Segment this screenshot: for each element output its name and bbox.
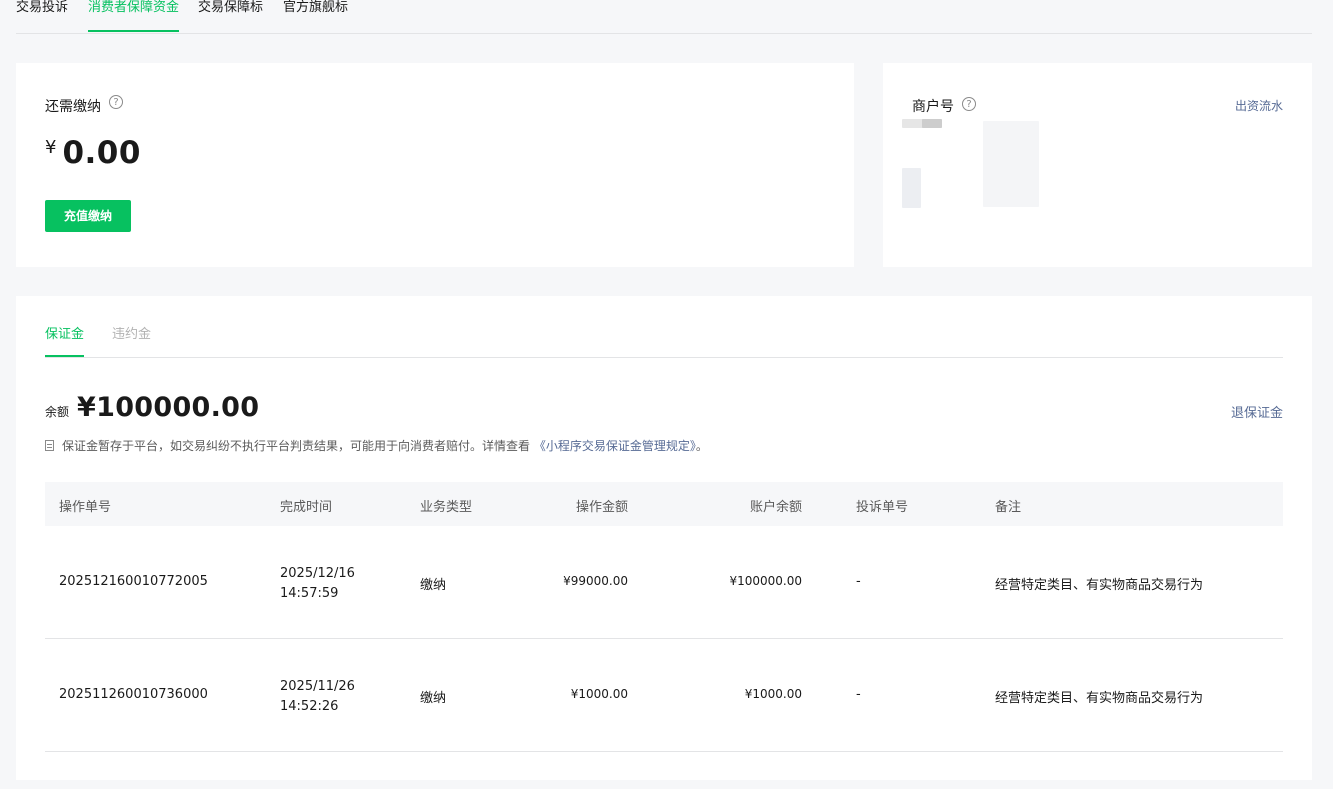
redacted-merchant-logo xyxy=(902,168,921,208)
due-summary-card: 还需缴纳 ? ¥0.00 充值缴纳 xyxy=(16,63,854,267)
operation-amount: ¥1000.00 xyxy=(570,687,628,701)
operation-amount: ¥99000.00 xyxy=(563,574,628,588)
business-type: 缴纳 xyxy=(420,578,447,593)
currency-symbol: ¥ xyxy=(45,137,57,158)
fund-flow-link[interactable]: 出资流水 xyxy=(1235,97,1283,114)
complaint-id: - xyxy=(856,687,861,702)
column-remark: 备注 xyxy=(995,500,1022,515)
refund-deposit-link[interactable]: 退保证金 xyxy=(1231,402,1283,421)
tab-consumer-protection-fund[interactable]: 消费者保障资金 xyxy=(88,0,180,32)
document-icon xyxy=(45,440,54,451)
table-row: 202512160010772005 2025/12/16 14:57:59 缴… xyxy=(45,526,1283,639)
merchant-card: 商户号 ? 出资流水 xyxy=(883,63,1312,267)
column-completed-time: 完成时间 xyxy=(280,500,333,515)
column-business-type: 业务类型 xyxy=(420,500,473,515)
top-tab-bar: 交易投诉 消费者保障资金 交易保障标 官方旗舰标 xyxy=(16,0,1312,34)
redacted-merchant-info xyxy=(983,121,1039,207)
note-text: 保证金暂存于平台，如交易纠纷不执行平台判责结果，可能用于向消费者赔付。详情查看 xyxy=(62,439,531,453)
due-amount: ¥0.00 xyxy=(45,135,141,171)
table-row: 202511260010736000 2025/11/26 14:52:26 缴… xyxy=(45,639,1283,752)
completed-time: 2025/11/26 14:52:26 xyxy=(280,679,355,714)
tab-penalty-fee[interactable]: 违约金 xyxy=(112,326,151,356)
deposit-sub-tabs: 保证金 违约金 xyxy=(45,326,1283,358)
balance-display: 余额 ¥100000.00 xyxy=(45,392,259,423)
remark: 经营特定类目、有实物商品交易行为 xyxy=(995,691,1204,706)
business-type: 缴纳 xyxy=(420,691,447,706)
table-header: 操作单号 完成时间 业务类型 操作金额 账户余额 投诉单号 备注 xyxy=(45,482,1283,526)
tab-security-deposit[interactable]: 保证金 xyxy=(45,326,85,357)
deposit-note: 保证金暂存于平台，如交易纠纷不执行平台判责结果，可能用于向消费者赔付。详情查看 … xyxy=(45,437,708,454)
balance-value: ¥100000.00 xyxy=(77,392,260,423)
column-operation-id: 操作单号 xyxy=(59,500,112,515)
redacted-merchant-id xyxy=(922,119,942,128)
balance-label: 余额 xyxy=(45,405,70,419)
due-amount-value: 0.00 xyxy=(62,135,141,171)
completed-time: 2025/12/16 14:57:59 xyxy=(280,566,355,601)
deposit-rules-link[interactable]: 《小程序交易保证金管理规定》 xyxy=(534,439,696,453)
column-account-balance: 账户余额 xyxy=(749,500,802,515)
help-icon[interactable]: ? xyxy=(109,95,123,109)
operation-id: 202512160010772005 xyxy=(59,574,208,589)
recharge-pay-button[interactable]: 充值缴纳 xyxy=(45,200,131,232)
help-icon[interactable]: ? xyxy=(962,97,976,111)
account-balance: ¥100000.00 xyxy=(729,574,802,588)
complaint-id: - xyxy=(856,574,861,589)
deposit-records-table: 操作单号 完成时间 业务类型 操作金额 账户余额 投诉单号 备注 2025121… xyxy=(45,482,1283,752)
tab-transaction-guarantee-mark[interactable]: 交易保障标 xyxy=(198,0,263,32)
remark: 经营特定类目、有实物商品交易行为 xyxy=(995,578,1204,593)
merchant-id-label: 商户号 xyxy=(912,99,954,115)
account-balance: ¥1000.00 xyxy=(744,687,802,701)
due-label: 还需缴纳 xyxy=(45,99,101,115)
column-operation-amount: 操作金额 xyxy=(575,500,628,515)
column-complaint-id: 投诉单号 xyxy=(856,500,909,515)
note-end: 。 xyxy=(695,439,708,453)
tab-official-flagship-mark[interactable]: 官方旗舰标 xyxy=(283,0,348,32)
tab-transaction-complaint[interactable]: 交易投诉 xyxy=(16,0,68,32)
deposit-card: 保证金 违约金 余额 ¥100000.00 退保证金 保证金暂存于平台，如交易纠纷… xyxy=(16,296,1312,780)
operation-id: 202511260010736000 xyxy=(59,687,208,702)
